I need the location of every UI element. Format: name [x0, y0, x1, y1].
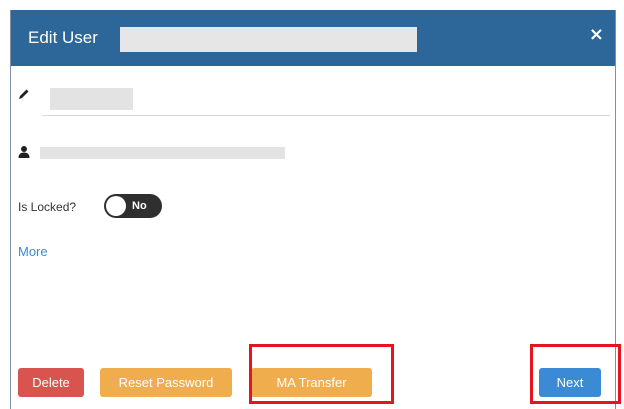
redacted-user-name	[120, 27, 417, 52]
name-field-underline	[42, 115, 610, 116]
close-icon[interactable]: ×	[589, 25, 604, 45]
ma-transfer-button[interactable]: MA Transfer	[251, 368, 372, 397]
pencil-icon	[19, 89, 29, 99]
dialog-title: Edit User	[28, 28, 98, 47]
delete-button[interactable]: Delete	[18, 368, 84, 397]
edit-user-dialog: Edit User ×	[10, 10, 616, 409]
toggle-state-text: No	[132, 200, 147, 212]
next-button[interactable]: Next	[539, 368, 601, 397]
dialog-header: Edit User ×	[11, 10, 615, 66]
redacted-username-value	[40, 147, 285, 159]
reset-password-button[interactable]: Reset Password	[100, 368, 232, 397]
toggle-knob	[106, 196, 126, 216]
user-icon	[18, 146, 30, 158]
more-link[interactable]: More	[18, 244, 48, 260]
is-locked-label: Is Locked?	[18, 200, 77, 214]
is-locked-toggle[interactable]: No	[104, 194, 162, 218]
redacted-name-value	[50, 88, 133, 110]
